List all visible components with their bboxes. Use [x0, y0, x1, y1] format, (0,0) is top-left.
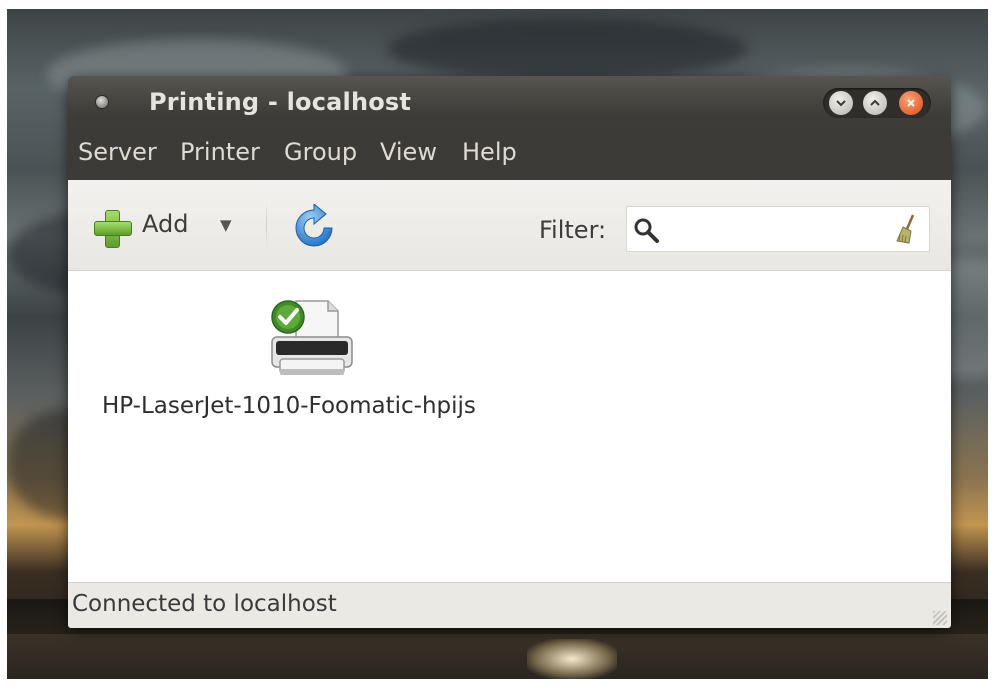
- menu-server[interactable]: Server: [78, 138, 157, 166]
- window-controls: [823, 88, 931, 118]
- close-icon: [907, 99, 915, 107]
- filter-label: Filter:: [539, 216, 607, 244]
- menu-group[interactable]: Group: [284, 138, 357, 166]
- wallpaper-water: [7, 634, 988, 679]
- window-menu-icon[interactable]: [96, 96, 108, 108]
- filter-box: [626, 206, 930, 252]
- toolbar-separator: [266, 202, 267, 248]
- wallpaper-sun-reflection: [527, 639, 617, 679]
- clear-broom-icon[interactable]: [893, 213, 921, 245]
- window-title: Printing - localhost: [149, 88, 412, 116]
- printer-item[interactable]: HP-LaserJet-1010-Foomatic-hpijs: [94, 289, 534, 429]
- menu-bar: Server Printer Group View Help: [68, 130, 951, 180]
- menu-help[interactable]: Help: [462, 138, 517, 166]
- filter-input[interactable]: [667, 207, 891, 251]
- add-dropdown-arrow-icon[interactable]: ▼: [220, 216, 232, 234]
- minimize-button[interactable]: [829, 91, 853, 115]
- status-text: Connected to localhost: [72, 591, 337, 617]
- plus-icon: [92, 208, 132, 248]
- title-bar[interactable]: Printing - localhost: [68, 76, 951, 130]
- maximize-button[interactable]: [863, 91, 887, 115]
- printer-name: HP-LaserJet-1010-Foomatic-hpijs: [102, 393, 476, 419]
- toolbar: Add ▼ Filter:: [68, 180, 951, 271]
- resize-grip[interactable]: [933, 611, 947, 625]
- printer-list: HP-LaserJet-1010-Foomatic-hpijs: [68, 271, 951, 582]
- refresh-button[interactable]: [290, 202, 338, 252]
- menu-view[interactable]: View: [380, 138, 437, 166]
- printing-window: Printing - localhost Server Printer Grou…: [68, 76, 951, 628]
- wallpaper-cloud: [387, 19, 747, 79]
- add-button-label: Add: [142, 210, 189, 238]
- search-icon: [634, 218, 659, 243]
- printer-icon: [271, 300, 353, 375]
- add-button[interactable]: Add: [92, 206, 202, 248]
- menu-printer[interactable]: Printer: [180, 138, 260, 166]
- refresh-icon: [295, 202, 333, 247]
- chevron-up-icon: [870, 99, 880, 106]
- close-button[interactable]: [899, 91, 923, 115]
- chevron-down-icon: [836, 100, 846, 107]
- status-bar: Connected to localhost: [68, 582, 951, 628]
